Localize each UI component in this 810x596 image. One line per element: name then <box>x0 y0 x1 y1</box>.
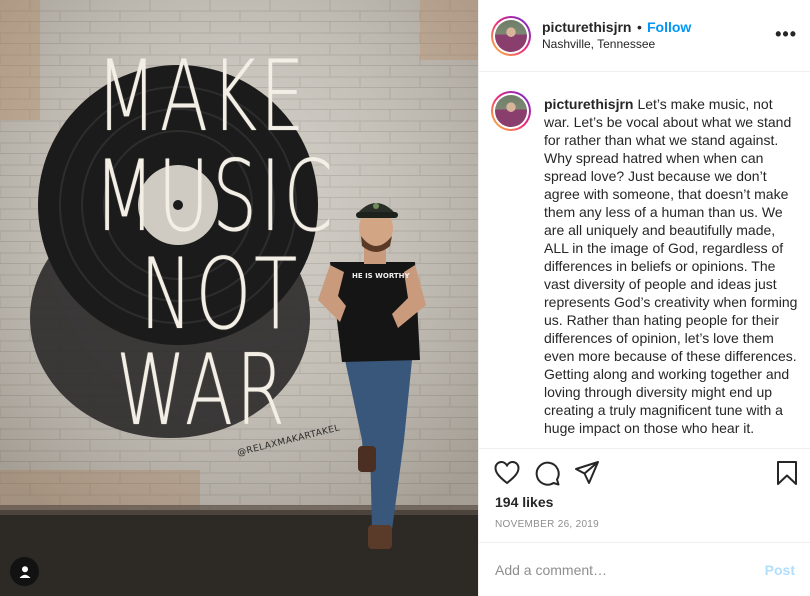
bookmark-icon[interactable] <box>773 459 801 487</box>
user-tag-icon <box>19 565 30 578</box>
comments-scroll-area[interactable]: picturethisjrn Let’s make music, not war.… <box>479 73 810 447</box>
profile-picture <box>495 95 527 127</box>
caption-username-link[interactable]: picturethisjrn <box>544 96 633 112</box>
more-options-icon[interactable]: ••• <box>775 24 797 45</box>
post-comment-button[interactable]: Post <box>765 562 795 578</box>
post-caption: picturethisjrn Let’s make music, not war.… <box>544 95 802 437</box>
caption-avatar[interactable] <box>491 91 531 131</box>
likes-count[interactable]: 194 likes <box>495 494 553 510</box>
header-separator: • <box>637 19 642 35</box>
header-username-link[interactable]: picturethisjrn <box>542 19 631 35</box>
comment-icon[interactable] <box>533 459 561 487</box>
heart-icon[interactable] <box>493 459 521 487</box>
profile-picture <box>495 20 527 52</box>
user-tag-button[interactable] <box>10 557 39 586</box>
location-link[interactable]: Nashville, Tennessee <box>542 37 655 51</box>
share-icon[interactable] <box>573 459 601 487</box>
post-date[interactable]: NOVEMBER 26, 2019 <box>495 519 599 530</box>
caption-text: Let’s make music, not war. Let’s be voca… <box>544 96 798 436</box>
post-photo[interactable]: MAKE MUSIC NOT WAR @RELAXMAKARTAKEL HE I… <box>0 0 478 596</box>
add-comment-bar: Post <box>479 542 810 596</box>
post-actions: 194 likes NOVEMBER 26, 2019 <box>479 448 810 542</box>
comment-input[interactable] <box>495 560 745 580</box>
post-header: picturethisjrn • Follow Nashville, Tenne… <box>479 0 810 72</box>
follow-button[interactable]: Follow <box>647 19 691 35</box>
post-side-panel: picturethisjrn • Follow Nashville, Tenne… <box>478 0 810 596</box>
mural-scene <box>0 0 478 596</box>
avatar[interactable] <box>491 16 531 56</box>
